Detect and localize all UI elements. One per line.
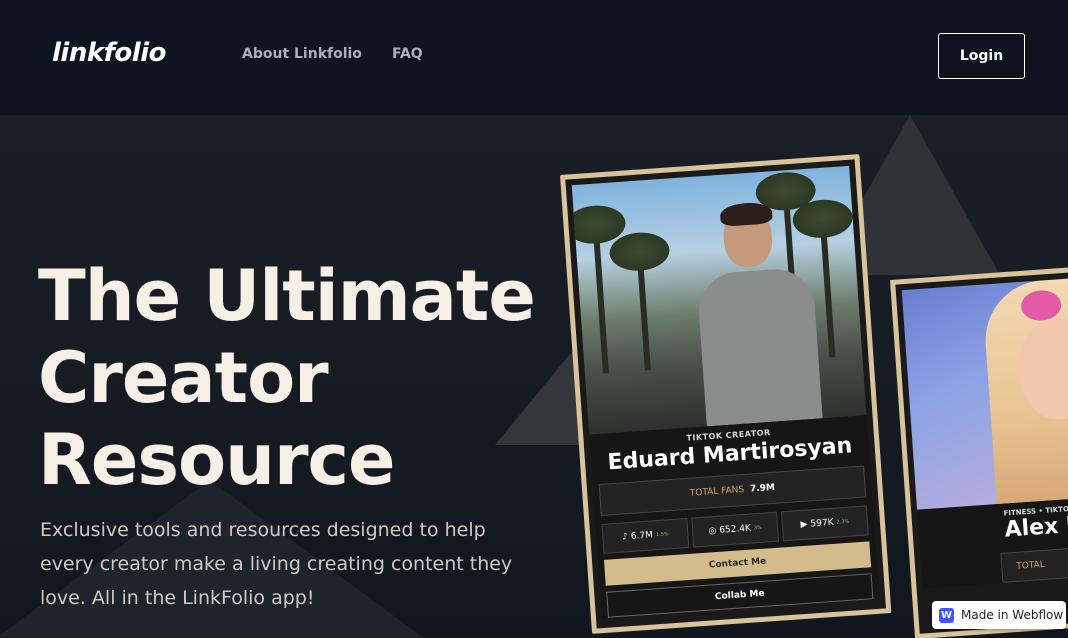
webflow-icon: W [939, 607, 954, 623]
creator-figure [692, 201, 827, 435]
stat-value: 652.4K [718, 523, 752, 536]
stat-delta: 2.3% [836, 518, 850, 526]
logo[interactable]: linkfolio [52, 38, 167, 68]
hero-title: The Ultimate Creator Resource [38, 255, 536, 501]
tiktok-icon: ♪ [621, 532, 629, 543]
stat-instagram: ◎ 652.4K 3% [691, 511, 780, 548]
made-in-webflow-badge[interactable]: W Made in Webflow [932, 601, 1066, 629]
login-button[interactable]: Login [938, 33, 1025, 79]
hero-subtitle: Exclusive tools and resources designed t… [40, 519, 513, 609]
youtube-icon: ▶ [800, 519, 808, 531]
creator-photo [571, 165, 867, 435]
stat-delta: 1.5% [655, 531, 669, 539]
total-fans-label: TOTAL FANS [689, 484, 745, 499]
instagram-icon: ◎ [708, 525, 717, 537]
creator-photo [901, 275, 1068, 510]
creator-card-eduard: TIKTOK CREATOR Eduard Martirosyan TOTAL … [560, 154, 892, 634]
stat-delta: 3% [753, 524, 763, 532]
stat-value: 6.7M [630, 530, 654, 542]
stat-tiktok: ♪ 6.7M 1.5% [601, 517, 690, 554]
nav-faq-link[interactable]: FAQ [392, 46, 423, 62]
stat-youtube: ▶ 597K 2.3% [781, 505, 869, 542]
total-fans-label: TOTAL [1000, 544, 1068, 583]
stat-value: 597K [810, 517, 834, 530]
badge-label: Made in Webflow [961, 608, 1064, 622]
nav-about-link[interactable]: About Linkfolio [242, 46, 362, 62]
site-header: linkfolio About Linkfolio FAQ Login [0, 0, 1068, 115]
total-fans-value: 7.9M [749, 482, 776, 495]
creator-card-alex: FITNESS • TIKTOK CREATOR Alex D TOTAL [890, 263, 1068, 638]
hero-section: The Ultimate Creator Resource Exclusive … [0, 115, 1068, 638]
